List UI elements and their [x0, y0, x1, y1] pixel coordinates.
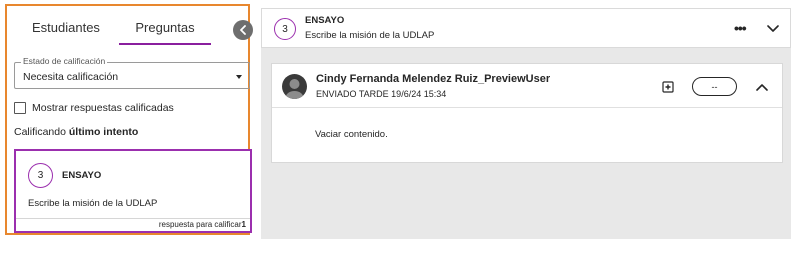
- show-graded-checkbox[interactable]: [14, 102, 26, 114]
- header-question-text: Escribe la misión de la UDLAP: [305, 30, 435, 41]
- score-input[interactable]: --: [692, 77, 737, 96]
- add-feedback-icon[interactable]: [662, 81, 674, 93]
- chevron-up-icon[interactable]: [756, 83, 768, 91]
- student-name: Cindy Fernanda Melendez Ruiz_PreviewUser: [316, 73, 551, 85]
- left-panel: Estudiantes Preguntas Estado de califica…: [5, 4, 253, 235]
- chevron-down-icon[interactable]: [767, 25, 779, 33]
- response-content: Vaciar contenido.: [315, 129, 388, 140]
- header-question-type: ENSAYO: [305, 15, 345, 26]
- question-number-badge: 3: [28, 163, 53, 188]
- card-divider: [272, 107, 782, 108]
- responses-to-grade-count: 1: [241, 220, 246, 229]
- avatar-silhouette-icon: [285, 79, 304, 99]
- question-card[interactable]: 3 ENSAYO Escribe la misión de la UDLAP r…: [14, 149, 252, 233]
- collapse-panel-button[interactable]: [233, 20, 253, 40]
- more-options-icon[interactable]: •••: [734, 20, 747, 36]
- grading-prefix: Calificando: [14, 126, 69, 138]
- show-graded-label: Mostrar respuestas calificadas: [32, 102, 174, 114]
- header-question-number-badge: 3: [274, 18, 296, 40]
- grading-main-area: 3 ENSAYO Escribe la misión de la UDLAP •…: [261, 8, 791, 239]
- user-avatar: [282, 74, 307, 99]
- grade-status-value: Necesita calificación: [23, 71, 119, 83]
- student-response-card: Cindy Fernanda Melendez Ruiz_PreviewUser…: [271, 63, 783, 163]
- grade-status-select[interactable]: Estado de calificación Necesita califica…: [14, 56, 250, 89]
- responses-to-grade-label: respuesta para calificar: [158, 220, 242, 229]
- grading-attempt-value: último intento: [68, 126, 139, 138]
- tab-students[interactable]: Estudiantes: [32, 20, 100, 35]
- submission-status: ENVIADO TARDE 19/6/24 15:34: [316, 89, 447, 99]
- question-text: Escribe la misión de la UDLAP: [28, 198, 158, 209]
- active-tab-indicator: [119, 43, 211, 45]
- chevron-left-icon: [240, 25, 246, 35]
- tab-questions[interactable]: Preguntas: [119, 20, 211, 35]
- show-graded-checkbox-row[interactable]: Mostrar respuestas calificadas: [14, 102, 174, 114]
- grading-attempt-text: Calificando último intento: [14, 126, 138, 138]
- caret-down-icon: [236, 75, 242, 79]
- question-card-footer: respuesta para calificar1: [16, 218, 250, 231]
- grade-status-label: Estado de calificación: [21, 56, 108, 66]
- question-header: 3 ENSAYO Escribe la misión de la UDLAP •…: [261, 8, 791, 48]
- question-type: ENSAYO: [62, 170, 102, 181]
- responses-to-grade: respuesta para calificar1: [159, 220, 246, 229]
